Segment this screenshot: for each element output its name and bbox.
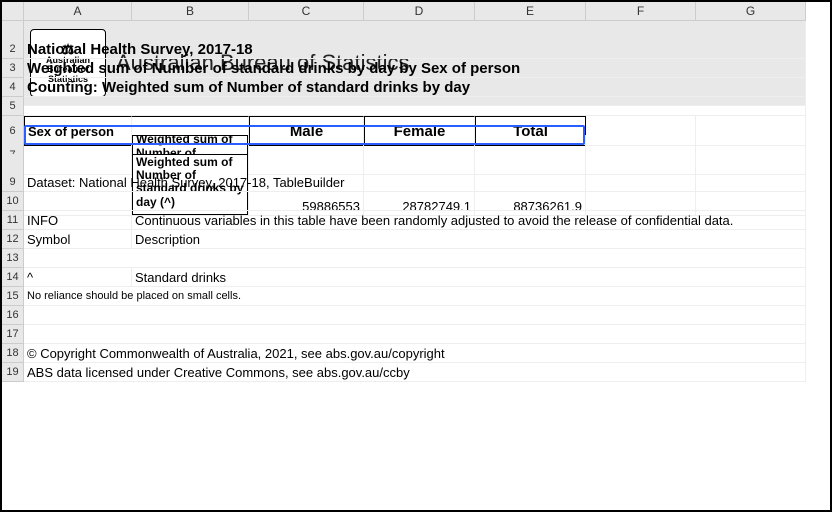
counting-line: Counting: Weighted sum of Number of stan… [24, 78, 806, 97]
row-header-9[interactable]: 9 [2, 173, 24, 192]
col-header-D[interactable]: D [364, 2, 475, 21]
row-header-4[interactable]: 4 [2, 78, 24, 97]
row-header-3[interactable]: 3 [2, 59, 24, 78]
col-header-G[interactable]: G [696, 2, 806, 21]
copyright-line: © Copyright Commonwealth of Australia, 2… [24, 344, 806, 363]
cell-empty-16[interactable] [24, 306, 806, 325]
row-header-11[interactable]: 11 [2, 211, 24, 230]
row-header-19[interactable]: 19 [2, 363, 24, 382]
row-header-13[interactable]: 13 [2, 249, 24, 268]
row-header-16[interactable]: 16 [2, 306, 24, 325]
corner-cell[interactable] [2, 2, 24, 21]
symbol-caret: ^ [24, 268, 132, 287]
cell-empty-10[interactable] [24, 192, 806, 211]
row-header-18[interactable]: 18 [2, 344, 24, 363]
row-header-14[interactable]: 14 [2, 268, 24, 287]
spreadsheet-grid[interactable]: A B C D E F G 1 ⚖ Australian Bureau of S… [2, 2, 830, 382]
cell-empty-13[interactable] [24, 249, 806, 268]
col-header-B[interactable]: B [132, 2, 249, 21]
cell-empty-17[interactable] [24, 325, 806, 344]
table-title: Weighted sum of Number of standard drink… [24, 59, 806, 78]
symbol-header: Symbol [24, 230, 132, 249]
survey-title: National Health Survey, 2017-18 [24, 40, 806, 59]
row-header-15[interactable]: 15 [2, 287, 24, 306]
row-header-10[interactable]: 10 [2, 192, 24, 211]
row-header-2[interactable]: 2 [2, 40, 24, 59]
dataset-line: Dataset: National Health Survey, 2017-18… [24, 173, 806, 192]
license-line: ABS data licensed under Creative Commons… [24, 363, 806, 382]
table-title-text: Weighted sum of Number of standard drink… [27, 60, 520, 77]
description-header: Description [132, 230, 806, 249]
cell-empty-5[interactable] [24, 97, 806, 116]
info-label: INFO [24, 211, 132, 230]
col-header-F[interactable]: F [586, 2, 696, 21]
col-header-C[interactable]: C [249, 2, 364, 21]
reliance-note: No reliance should be placed on small ce… [24, 287, 806, 306]
row-header-12[interactable]: 12 [2, 230, 24, 249]
row-header-17[interactable]: 17 [2, 325, 24, 344]
col-header-E[interactable]: E [475, 2, 586, 21]
info-text: Continuous variables in this table have … [132, 211, 806, 230]
row-header-5[interactable]: 5 [2, 97, 24, 116]
symbol-desc: Standard drinks [132, 268, 806, 287]
col-header-A[interactable]: A [24, 2, 132, 21]
